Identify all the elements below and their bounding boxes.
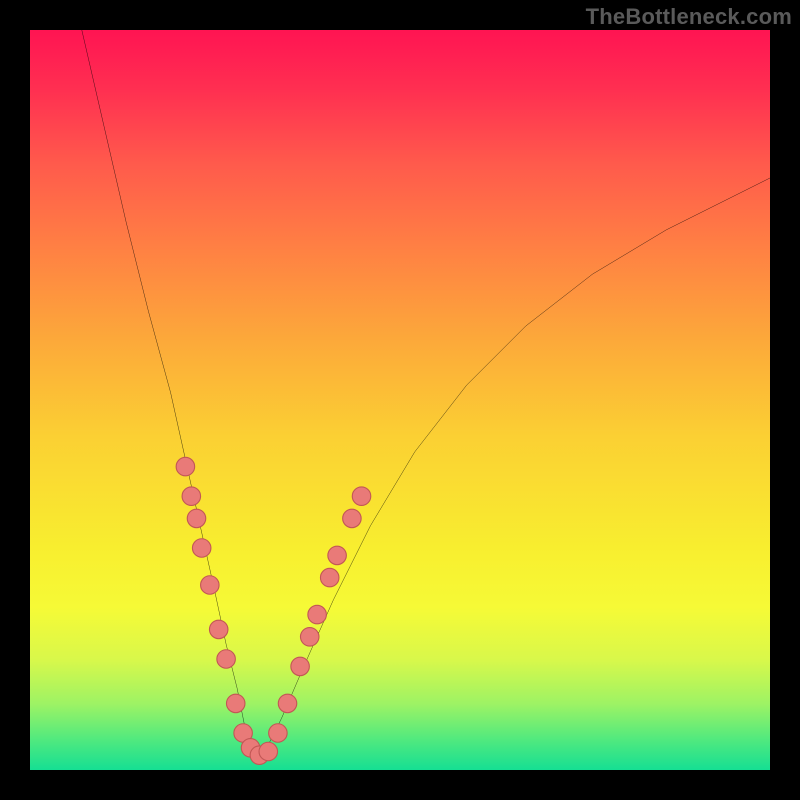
data-marker	[291, 657, 310, 676]
data-marker	[300, 628, 319, 647]
data-marker	[269, 724, 288, 743]
data-marker	[328, 546, 347, 565]
data-marker	[278, 694, 297, 713]
data-marker	[308, 605, 327, 624]
data-markers-group	[176, 457, 371, 764]
attribution-text: TheBottleneck.com	[586, 4, 792, 30]
bottleneck-curve-path	[82, 30, 770, 755]
data-marker	[201, 576, 220, 595]
data-marker	[182, 487, 201, 506]
data-marker	[192, 539, 211, 558]
data-marker	[259, 742, 278, 761]
data-marker	[187, 509, 206, 528]
chart-frame: TheBottleneck.com	[0, 0, 800, 800]
data-marker	[320, 568, 339, 587]
data-marker	[352, 487, 371, 506]
data-marker	[226, 694, 245, 713]
data-marker	[176, 457, 195, 476]
data-marker	[343, 509, 362, 528]
data-marker	[209, 620, 228, 639]
data-marker	[217, 650, 236, 669]
plot-area	[30, 30, 770, 770]
bottleneck-curve-svg	[30, 30, 770, 770]
